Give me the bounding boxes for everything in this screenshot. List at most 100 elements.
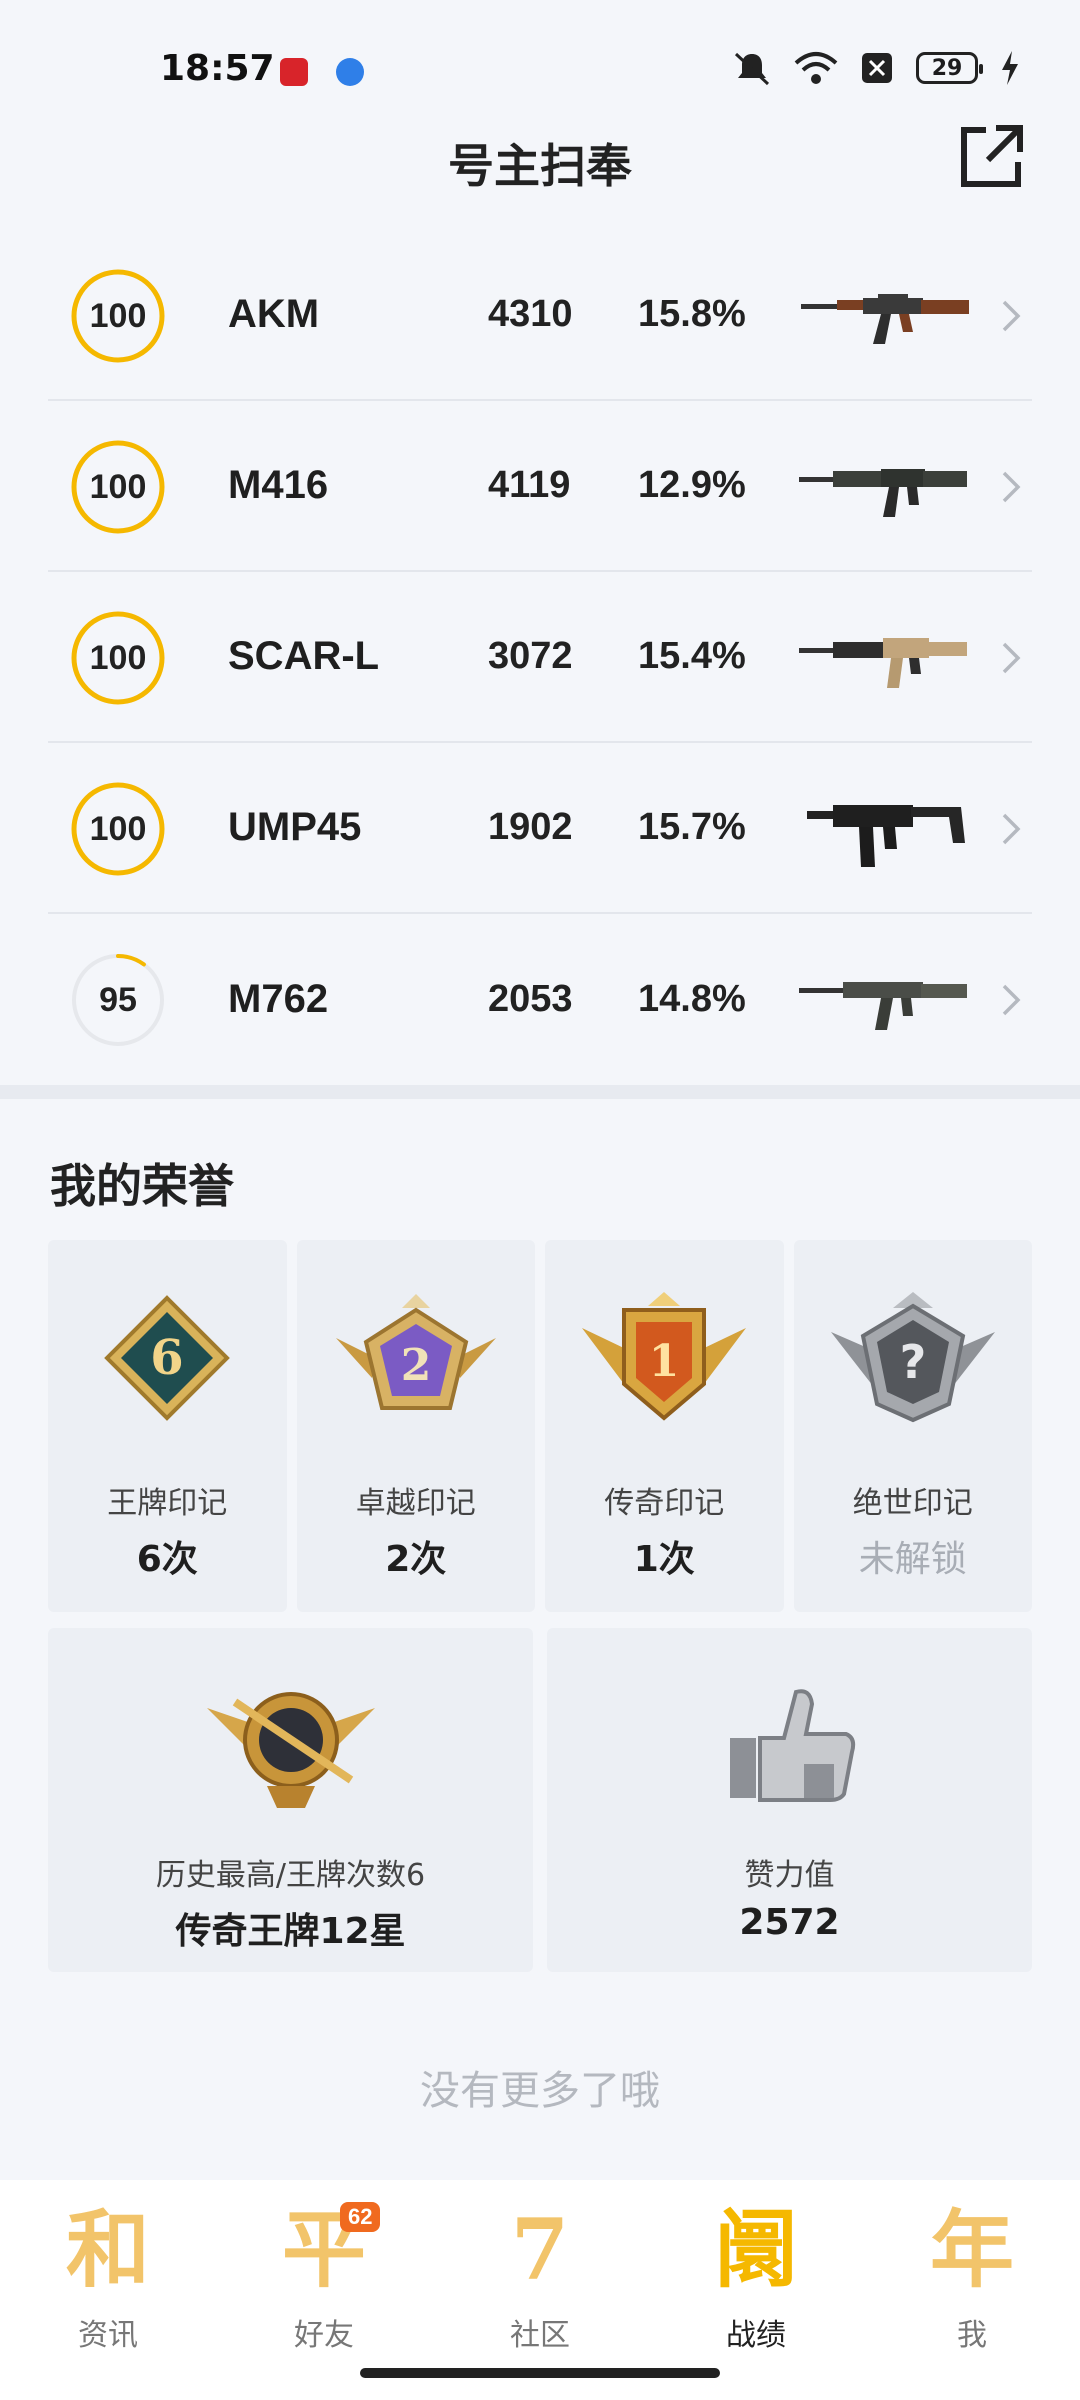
score-ring: 100 (70, 268, 166, 364)
nav-item-records[interactable]: 阛 战绩 (648, 2180, 864, 2400)
honor-card-ace[interactable]: 6 王牌印记 6次 (48, 1240, 287, 1612)
weapon-count: 2053 (488, 978, 573, 1020)
weapon-rate: 15.8% (638, 293, 746, 335)
ump45-smg-icon (807, 805, 965, 867)
score-value: 100 (89, 638, 147, 677)
weapon-count: 3072 (488, 635, 573, 677)
score-value: 100 (89, 809, 147, 848)
wifi-icon (794, 52, 838, 84)
browser-notification-icon (336, 58, 364, 86)
status-time: 18:57 (160, 48, 275, 89)
weapon-list: 100 AKM 4310 15.8% 100 M416 4119 12.9% 1… (48, 230, 1032, 1085)
battery-icon: 29 (916, 52, 983, 84)
nav-label: 社区 (510, 2318, 570, 2353)
nav-me-icon: 年 (929, 2200, 1015, 2299)
nav-item-friends[interactable]: 平 62 好友 (216, 2180, 432, 2400)
peerless-mark-locked-badge-icon: ? (830, 1292, 995, 1423)
score-value: 100 (89, 296, 147, 335)
weapon-row-m762[interactable]: 95 M762 2053 14.8% (48, 914, 1032, 1085)
score-ring: 100 (70, 610, 166, 706)
nav-item-me[interactable]: 年 我 (864, 2180, 1080, 2400)
weapon-name: M416 (228, 463, 329, 507)
chevron-right-icon (1002, 471, 1021, 503)
nav-label: 好友 (294, 2318, 354, 2353)
honor-label: 绝世印记 (852, 1486, 973, 1521)
rank-emblem-icon (206, 1692, 375, 1808)
bottom-nav: 和 资讯 平 62 好友 7 社区 阛 战绩 年 我 (0, 2180, 1080, 2400)
no-sim-icon (862, 53, 892, 83)
charging-icon (1002, 51, 1018, 85)
chevron-right-icon (1002, 813, 1021, 845)
nav-label: 我 (957, 2318, 987, 2353)
share-button[interactable] (956, 120, 1028, 192)
weapon-name: M762 (228, 977, 329, 1021)
nav-label: 资讯 (78, 2318, 138, 2353)
badge-number: 2 (400, 1340, 431, 1391)
score-ring: 100 (70, 781, 166, 877)
nav-records-icon: 阛 (713, 2200, 799, 2299)
excellence-mark-badge-icon: 2 (335, 1294, 496, 1410)
weapon-count: 4310 (488, 293, 573, 335)
weapon-row-m416[interactable]: 100 M416 4119 12.9% (48, 401, 1032, 572)
nav-item-news[interactable]: 和 资讯 (0, 2180, 216, 2400)
stat-label: 赞力值 (744, 1858, 835, 1893)
thumbs-up-icon (729, 1689, 855, 1802)
weapon-count: 4119 (488, 464, 571, 506)
nav-item-community[interactable]: 7 社区 (432, 2180, 648, 2400)
honor-card-excellence[interactable]: 2 卓越印记 2次 (296, 1240, 535, 1612)
battery-level: 29 (931, 55, 963, 81)
scar-l-rifle-icon (799, 638, 967, 688)
ace-mark-badge-icon: 6 (104, 1295, 231, 1421)
honor-value: 1次 (633, 1539, 695, 1580)
badge-number: ? (899, 1335, 926, 1389)
honor-value: 未解锁 (858, 1539, 967, 1580)
weapon-name: SCAR-L (228, 634, 380, 678)
honor-label: 王牌印记 (107, 1486, 228, 1521)
share-icon (961, 125, 1023, 187)
chevron-right-icon (1002, 642, 1021, 674)
badge-number: 1 (649, 1336, 680, 1387)
honor-label: 传奇印记 (604, 1486, 725, 1521)
chevron-right-icon (1002, 300, 1021, 332)
weapon-rate: 15.4% (638, 635, 746, 677)
stat-value: 2572 (739, 1902, 840, 1943)
weapon-rate: 14.8% (638, 978, 746, 1020)
stat-card-highest-rank[interactable]: 历史最高/王牌次数6 传奇王牌12星 (48, 1628, 533, 1972)
page-title: 号主扫奉 (448, 139, 632, 193)
honor-grid: 6 王牌印记 6次 2 卓越印记 2次 1 传奇印记 1次 ? 绝世印记 未解锁 (48, 1240, 1032, 1612)
nav-news-icon: 和 (65, 2200, 151, 2299)
honors-title: 我的荣誉 (50, 1159, 234, 1213)
app-notification-icon (280, 58, 308, 86)
honor-card-peerless[interactable]: ? 绝世印记 未解锁 (793, 1240, 1032, 1612)
honor-card-legend[interactable]: 1 传奇印记 1次 (545, 1240, 784, 1612)
stat-label: 历史最高/王牌次数6 (155, 1858, 426, 1893)
weapon-rate: 15.7% (638, 806, 746, 848)
score-ring: 100 (70, 439, 166, 535)
stat-card-likes[interactable]: 赞力值 2572 (547, 1628, 1032, 1972)
weapon-row-ump45[interactable]: 100 UMP45 1902 15.7% (48, 743, 1032, 914)
score-ring: 95 (70, 952, 166, 1048)
weapon-count: 1902 (488, 806, 573, 848)
status-bar: 18:57 29 (0, 0, 1080, 140)
weapon-name: UMP45 (228, 805, 362, 849)
nav-community-icon: 7 (510, 2200, 570, 2299)
chevron-right-icon (1002, 984, 1021, 1016)
honor-label: 卓越印记 (355, 1486, 476, 1521)
badge-number: 6 (151, 1330, 184, 1386)
akm-rifle-icon (801, 294, 969, 344)
end-of-list-text: 没有更多了哦 (420, 2068, 660, 2114)
honor-value: 6次 (136, 1539, 198, 1580)
weapon-name: AKM (228, 292, 320, 336)
nav-label: 战绩 (726, 2318, 786, 2353)
score-value: 100 (89, 467, 147, 506)
status-icons: 29 (732, 50, 1020, 86)
stat-value: 传奇王牌12星 (175, 1911, 406, 1952)
friends-count-badge: 62 (340, 2202, 381, 2232)
honor-value: 2次 (385, 1539, 447, 1580)
weapon-row-akm[interactable]: 100 AKM 4310 15.8% (48, 230, 1032, 401)
score-value: 95 (99, 980, 137, 1019)
section-divider (0, 1085, 1080, 1099)
weapon-row-scar-l[interactable]: 100 SCAR-L 3072 15.4% (48, 572, 1032, 743)
home-indicator (360, 2368, 720, 2378)
stat-grid: 历史最高/王牌次数6 传奇王牌12星 赞力值 2572 (48, 1628, 1032, 1972)
